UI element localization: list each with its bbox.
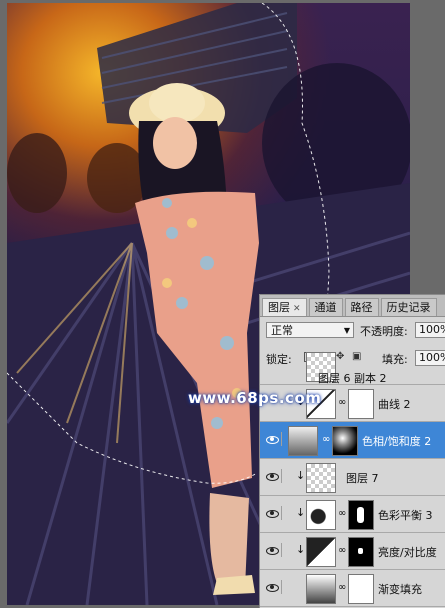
layer-row-selected[interactable]: ∞ 色相/饱和度 2 <box>260 422 445 459</box>
link-icon[interactable]: ∞ <box>338 582 346 593</box>
eye-icon[interactable] <box>263 469 282 483</box>
layer-name: 色彩平衡 3 <box>378 509 433 522</box>
blend-row: 正常▼ 不透明度: 100% <box>264 322 445 340</box>
layer-mask-thumbnail[interactable] <box>348 389 374 419</box>
panel-tabs: 图层 ✕ 通道 路径 历史记录 <box>260 295 445 317</box>
layer-row[interactable]: 图层 6 副本 2 <box>260 352 445 385</box>
opacity-label: 不透明度: <box>360 325 408 338</box>
padlock-icon[interactable]: ▣ <box>352 352 362 362</box>
layer-mask-thumbnail[interactable] <box>348 537 374 567</box>
tab-history[interactable]: 历史记录 <box>380 298 437 316</box>
clip-arrow-icon: ↓ <box>296 506 306 519</box>
layer-mask-thumbnail[interactable] <box>348 574 374 604</box>
layer-name: 图层 6 副本 2 <box>318 372 387 385</box>
layer-name: 曲线 2 <box>378 398 411 411</box>
layer-name: 亮度/对比度 <box>378 546 437 559</box>
lock-row: 锁定: ✎ ✥ ▣ 填充: 100% <box>264 350 445 368</box>
watermark: www.68ps.com <box>188 389 322 407</box>
layer-name: 色相/饱和度 2 <box>362 435 432 448</box>
clip-arrow-icon: ↓ <box>296 543 306 556</box>
eye-icon[interactable] <box>263 432 282 446</box>
photoshop-workspace: 图层✕ 通道 路径 历史记录 正常▼ 不透明度: 100% 锁定: ✎ ✥ ▣ … <box>0 0 445 608</box>
layer-thumbnail <box>306 463 336 493</box>
opacity-input[interactable]: 100% <box>415 322 445 338</box>
eye-icon[interactable] <box>263 580 282 594</box>
fill-label: 填充: <box>382 353 408 366</box>
lock-label: 锁定: <box>266 353 292 366</box>
layer-row[interactable]: ∞ 渐变填充 <box>260 570 445 607</box>
link-icon[interactable]: ∞ <box>322 434 330 445</box>
tab-paths[interactable]: 路径 <box>344 298 379 316</box>
tab-channels[interactable]: 通道 <box>308 298 343 316</box>
tab-layers[interactable]: 图层 ✕ <box>262 298 307 316</box>
color-balance-thumbnail <box>306 500 336 530</box>
layer-row[interactable]: ↓ ∞ 色彩平衡 3 <box>260 496 445 533</box>
eye-icon[interactable] <box>263 506 282 520</box>
link-icon[interactable]: ∞ <box>338 508 346 519</box>
link-icon[interactable]: ∞ <box>338 397 346 408</box>
clip-arrow-icon: ↓ <box>296 469 306 482</box>
layer-mask-thumbnail[interactable] <box>332 426 358 456</box>
brightness-contrast-thumbnail <box>306 537 336 567</box>
move-lock-icon[interactable]: ✥ <box>336 352 346 362</box>
chevron-down-icon: ▼ <box>343 326 350 335</box>
layer-row[interactable]: ↓ 图层 7 <box>260 459 445 496</box>
layer-name: 图层 7 <box>346 472 379 485</box>
gradient-fill-thumbnail <box>306 574 336 604</box>
layer-row[interactable]: ↓ ∞ 亮度/对比度 <box>260 533 445 570</box>
hue-saturation-thumbnail <box>288 426 318 456</box>
link-icon[interactable]: ∞ <box>338 545 346 556</box>
eye-icon[interactable] <box>263 543 282 557</box>
fill-input[interactable]: 100% <box>415 350 445 366</box>
blend-mode-select[interactable]: 正常 ▼ <box>266 322 354 338</box>
layer-name: 渐变填充 <box>378 583 422 596</box>
layers-panel: 图层✕ 通道 路径 历史记录 正常▼ 不透明度: 100% 锁定: ✎ ✥ ▣ … <box>259 294 445 608</box>
close-icon[interactable]: ✕ <box>293 304 301 314</box>
layer-mask-thumbnail[interactable] <box>348 500 374 530</box>
